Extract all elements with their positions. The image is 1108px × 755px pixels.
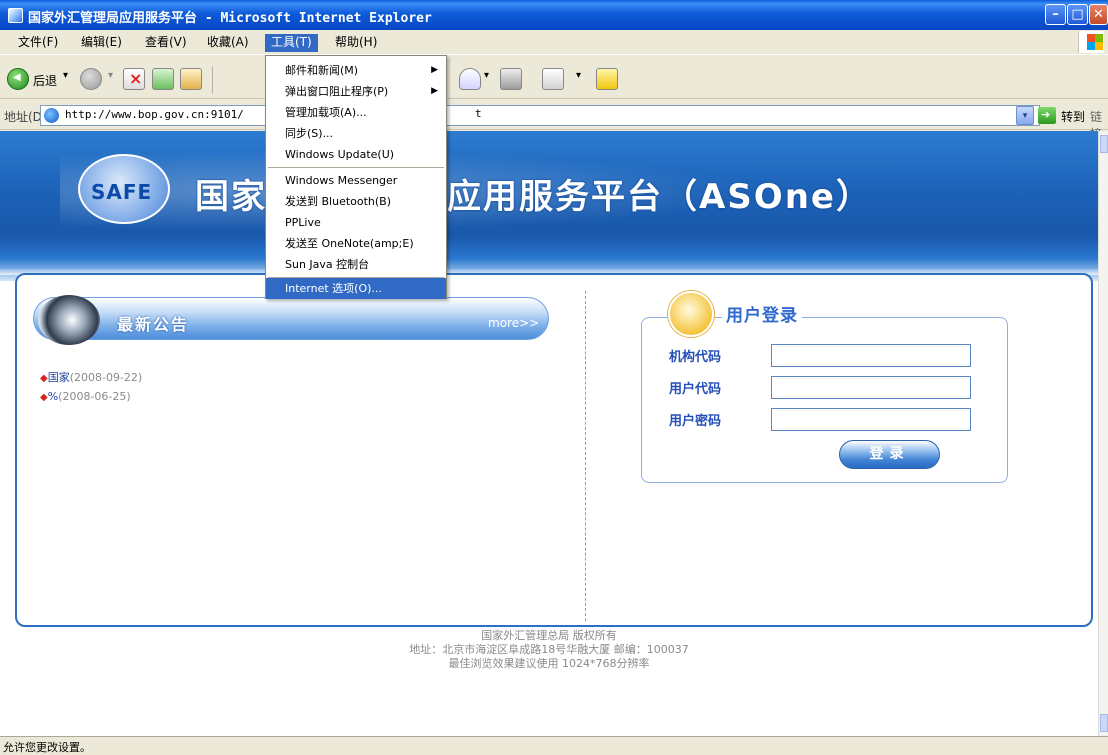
page-viewport: SAFE 国家外汇管理局应用服务平台（ASOne） 最新公告 more>> ◆国… — [0, 131, 1098, 736]
address-input[interactable]: http://www.bop.gov.cn:9101/ — [40, 105, 1040, 126]
user-badge-icon — [668, 291, 714, 337]
window-title: 国家外汇管理局应用服务平台 - Microsoft Internet Explo… — [28, 11, 432, 26]
news-item-title[interactable]: % — [48, 390, 58, 403]
safe-logo: SAFE — [78, 154, 170, 224]
back-arrow-icon[interactable] — [7, 68, 29, 90]
note-icon[interactable] — [596, 68, 618, 90]
scroll-down-button[interactable] — [1100, 714, 1108, 732]
news-bullet-icon: ◆ — [40, 392, 48, 403]
address-dropdown-icon[interactable]: ▾ — [1016, 106, 1034, 125]
news-item[interactable]: ◆%(2008-06-25) — [40, 390, 131, 403]
org-code-label: 机构代码 — [669, 350, 722, 365]
back-button-label[interactable]: 后退 — [33, 72, 57, 89]
login-title: 用户登录 — [722, 301, 802, 326]
menu-item-manage-addons[interactable]: 管理加载项(A)... — [266, 102, 446, 123]
menu-item-mail-news[interactable]: 邮件和新闻(M) ▶ — [266, 60, 446, 81]
back-dropdown-icon[interactable]: ▾ — [63, 70, 68, 81]
menu-favorites[interactable]: 收藏(A) — [201, 34, 255, 52]
menu-item-internet-options[interactable]: Internet 选项(O)... — [266, 278, 446, 299]
panel-divider — [585, 291, 586, 621]
menu-item-windows-messenger[interactable]: Windows Messenger — [266, 170, 446, 191]
windows-logo-icon — [1078, 31, 1104, 53]
login-button[interactable]: 登录 — [839, 440, 940, 469]
menu-item-java-console[interactable]: Sun Java 控制台 — [266, 254, 446, 275]
go-button-label[interactable]: 转到 — [1061, 108, 1085, 125]
address-url-tail: t — [475, 107, 482, 120]
edit-dropdown-icon[interactable]: ▾ — [576, 70, 581, 81]
safe-logo-text: SAFE — [91, 180, 153, 204]
news-title: 最新公告 — [117, 315, 190, 334]
print-icon[interactable] — [500, 68, 522, 90]
edit-icon[interactable] — [542, 68, 564, 90]
news-item[interactable]: ◆国家(2008-09-22) — [40, 369, 142, 385]
user-code-input[interactable] — [771, 376, 971, 399]
page-banner: SAFE 国家外汇管理局应用服务平台（ASOne） — [0, 131, 1098, 281]
news-header — [33, 297, 549, 340]
refresh-icon[interactable] — [152, 68, 174, 90]
password-label: 用户密码 — [669, 414, 722, 429]
menu-item-onenote[interactable]: 发送至 OneNote(amp;E) — [266, 233, 446, 254]
go-arrow-icon[interactable] — [1038, 107, 1056, 124]
news-more-link[interactable]: more>> — [488, 316, 539, 330]
mail-dropdown-icon[interactable]: ▾ — [484, 70, 489, 81]
news-item-date: (2008-09-22) — [69, 371, 143, 384]
status-bar: 允许您更改设置。 — [0, 736, 1108, 755]
menu-tools[interactable]: 工具(T) — [265, 34, 318, 52]
mail-icon[interactable] — [459, 68, 481, 90]
menu-help[interactable]: 帮助(H) — [329, 34, 383, 52]
forward-dropdown-icon[interactable]: ▾ — [108, 70, 113, 81]
login-box — [641, 317, 1008, 483]
minimize-button[interactable]: – — [1045, 4, 1066, 25]
news-item-title[interactable]: 国家 — [48, 371, 70, 384]
home-icon[interactable] — [180, 68, 202, 90]
menu-file[interactable]: 文件(F) — [12, 34, 64, 52]
scroll-up-button[interactable] — [1100, 135, 1108, 153]
submenu-arrow-icon: ▶ — [431, 65, 438, 75]
org-code-input[interactable] — [771, 344, 971, 367]
maximize-button[interactable]: □ — [1067, 4, 1088, 25]
menu-item-label: 邮件和新闻(M) — [285, 64, 359, 77]
status-text: 允许您更改设置。 — [3, 741, 91, 754]
news-bullet-icon: ◆ — [40, 373, 48, 384]
close-button[interactable]: ✕ — [1089, 4, 1108, 25]
menu-item-sync[interactable]: 同步(S)... — [266, 123, 446, 144]
footer-resolution-note: 最佳浏览效果建议使用 1024*768分辨率 — [448, 657, 650, 670]
menu-edit[interactable]: 编辑(E) — [75, 34, 128, 52]
menu-item-popup-blocker[interactable]: 弹出窗口阻止程序(P) ▶ — [266, 81, 446, 102]
title-bar[interactable]: 国家外汇管理局应用服务平台 - Microsoft Internet Explo… — [0, 0, 1108, 30]
menu-item-pplive[interactable]: PPLive — [266, 212, 446, 233]
user-code-label: 用户代码 — [669, 382, 722, 397]
menu-item-windows-update[interactable]: Windows Update(U) — [266, 144, 446, 165]
vertical-scrollbar[interactable] — [1098, 131, 1108, 736]
menu-bar: 文件(F) 编辑(E) 查看(V) 收藏(A) 工具(T) 帮助(H) — [0, 30, 1108, 55]
menu-item-bluetooth[interactable]: 发送到 Bluetooth(B) — [266, 191, 446, 212]
ie-window-icon — [8, 8, 23, 23]
speaker-icon — [38, 295, 100, 345]
address-bar: 地址(D) http://www.bop.gov.cn:9101/ — [0, 100, 1108, 130]
toolbar-separator — [212, 66, 213, 94]
password-input[interactable] — [771, 408, 971, 431]
toolbar: 后退 ▾ ▾ ▾ ▾ — [0, 56, 1108, 99]
forward-arrow-icon[interactable] — [80, 68, 102, 90]
menu-item-label: 弹出窗口阻止程序(P) — [285, 85, 389, 98]
news-item-date: (2008-06-25) — [58, 390, 131, 403]
submenu-arrow-icon: ▶ — [431, 86, 438, 96]
ie-page-icon — [44, 108, 59, 123]
stop-icon[interactable] — [123, 68, 145, 90]
tools-menu: 邮件和新闻(M) ▶ 弹出窗口阻止程序(P) ▶ 管理加载项(A)... 同步(S)… — [265, 55, 447, 299]
menu-view[interactable]: 查看(V) — [139, 34, 193, 52]
address-url[interactable]: http://www.bop.gov.cn:9101/ — [65, 108, 244, 121]
menu-separator — [268, 167, 444, 168]
